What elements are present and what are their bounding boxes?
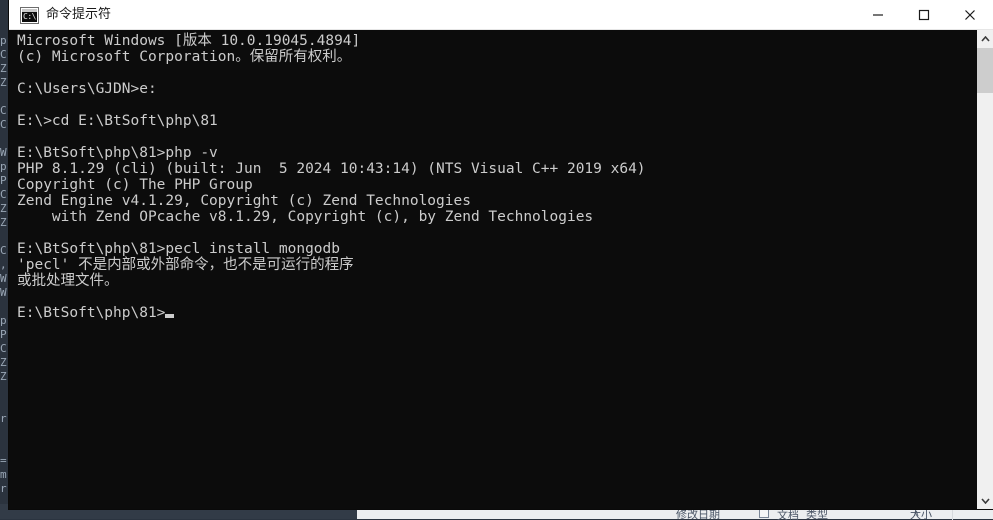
console-line: Microsoft Windows [版本 10.0.19045.4894] (17, 33, 361, 49)
maximize-icon (918, 9, 930, 20)
background-editor-char: Z (0, 202, 7, 215)
window-title: 命令提示符 (46, 7, 112, 22)
background-editor-char: m (0, 468, 7, 481)
background-editor-char: Z (0, 76, 7, 89)
console-line: E:\BtSoft\php\81>pecl install mongodb (17, 241, 341, 257)
background-editor-char: C (0, 342, 7, 355)
background-editor-char: C (0, 244, 7, 257)
console-line: E:\>cd E:\BtSoft\php\81 (17, 113, 218, 129)
console-line: Zend Engine v4.1.29, Copyright (c) Zend … (17, 193, 471, 209)
cmd-icon: C:\. (21, 8, 38, 23)
background-editor-char: Z (0, 370, 7, 383)
console-output-area[interactable]: Microsoft Windows [版本 10.0.19045.4894] (c… (9, 30, 976, 509)
background-editor-char: C (0, 48, 7, 61)
close-icon (965, 9, 975, 20)
chevron-up-icon (980, 35, 990, 42)
console-line: with Zend OPcache v8.1.29, Copyright (c)… (17, 209, 594, 225)
background-editor-char: p (0, 160, 7, 173)
background-editor-char: W (0, 146, 7, 159)
background-editor-char: C (0, 118, 7, 131)
document-icon (759, 508, 769, 518)
maximize-button[interactable] (901, 0, 947, 29)
minimize-button[interactable] (855, 0, 901, 29)
text-cursor (165, 314, 175, 318)
console-line: (c) Microsoft Corporation。保留所有权利。 (17, 49, 352, 65)
background-editor-char: r (0, 412, 7, 425)
background-editor-strip[interactable]: p C Z Z C C Wp P C Z Z C, W Wp P C Z Zr = m r (0, 0, 9, 519)
background-editor-char: W (0, 286, 7, 299)
scrollbar-thumb[interactable] (977, 48, 993, 93)
background-editor-char: Z (0, 356, 7, 369)
background-editor-char: C (0, 188, 7, 201)
close-button[interactable] (947, 0, 993, 29)
background-editor-char: r (0, 482, 7, 495)
scroll-down-arrow-button[interactable] (977, 492, 993, 509)
background-editor-char: P (0, 174, 7, 187)
console-line: E:\BtSoft\php\81> (17, 305, 646, 321)
console-text: Microsoft Windows [版本 10.0.19045.4894] (c… (17, 33, 646, 321)
window-titlebar[interactable]: C:\. 命令提示符 (9, 0, 993, 30)
console-line: 或批处理文件。 (17, 273, 119, 289)
background-editor-char: Z (0, 216, 7, 229)
background-editor-char: P (0, 328, 7, 341)
cmd-icon-glyph: C:\. (23, 12, 37, 21)
background-editor-char: C (0, 104, 7, 117)
background-editor-char: , (0, 258, 7, 271)
console-line: PHP 8.1.29 (cli) (built: Jun 5 2024 10:4… (17, 161, 646, 177)
background-editor-char: W (0, 272, 7, 285)
console-line: E:\BtSoft\php\81>php -v (17, 145, 218, 161)
background-editor-char: Z (0, 62, 7, 75)
chevron-down-icon (980, 497, 990, 504)
scroll-up-arrow-button[interactable] (977, 30, 993, 47)
console-line: 'pecl' 不是内部或外部命令，也不是可运行的程序 (17, 257, 354, 273)
console-scrollbar[interactable] (976, 30, 993, 509)
console-line: C:\Users\GJDN>e: (17, 81, 157, 97)
background-editor-char: = (0, 454, 7, 467)
background-editor-char: p (0, 34, 7, 47)
background-editor-char: p (0, 314, 7, 327)
minimize-icon (873, 13, 883, 16)
console-line: Copyright (c) The PHP Group (17, 177, 253, 193)
command-prompt-window[interactable]: C:\. 命令提示符 Microsoft Windows [版本 10.0.19… (9, 0, 993, 509)
